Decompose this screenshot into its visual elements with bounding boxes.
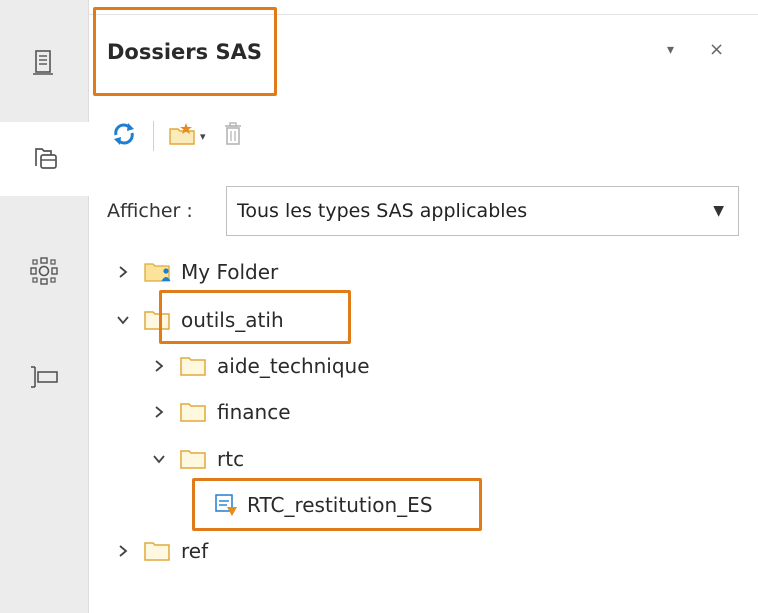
rail-network[interactable]	[0, 236, 88, 310]
network-icon	[29, 256, 59, 290]
tree-node-outils-atih[interactable]: outils_atih	[113, 302, 284, 338]
chevron-down-icon[interactable]	[113, 314, 133, 326]
panel-menu-button[interactable]: ▾	[667, 42, 674, 58]
tree-node-label: ref	[181, 539, 209, 563]
tree-node-label: aide_technique	[217, 354, 370, 378]
panel-top-divider	[89, 14, 758, 15]
chevron-right-icon[interactable]	[149, 405, 169, 419]
close-icon: ×	[709, 39, 725, 60]
toolbar-separator	[153, 121, 154, 151]
tree-node-label: RTC_restitution_ES	[247, 493, 433, 517]
panel-toolbar: ▾	[111, 118, 244, 154]
chevron-down-icon[interactable]	[149, 453, 169, 465]
tree-node-finance[interactable]: finance	[149, 394, 291, 430]
sas-folders-panel: Dossiers SAS ▾ × ▾ Afficher: Tous les t…	[89, 0, 758, 613]
server-icon	[33, 50, 55, 80]
delete-icon	[222, 121, 244, 151]
rail-server[interactable]	[0, 28, 88, 102]
user-folder-icon	[143, 260, 173, 284]
type-filter-select[interactable]: Tous les types SAS applicables ▼	[226, 186, 739, 236]
side-rail	[0, 0, 89, 613]
folder-icon	[143, 539, 173, 563]
refresh-button[interactable]	[111, 121, 137, 151]
dropdown-arrow-icon: ▼	[713, 203, 724, 219]
tree-node-label: My Folder	[181, 260, 279, 284]
folder-icon	[143, 308, 173, 332]
tree-node-my-folder[interactable]: My Folder	[113, 254, 278, 290]
chevron-right-icon[interactable]	[113, 265, 133, 279]
tree-node-rtc[interactable]: rtc	[149, 441, 244, 477]
tree-node-label: rtc	[217, 447, 245, 471]
folders-icon	[31, 144, 59, 174]
chevron-down-icon: ▾	[667, 42, 675, 58]
folder-icon	[179, 447, 209, 471]
tree-node-label: outils_atih	[181, 308, 284, 332]
report-icon	[213, 492, 239, 518]
panel-close-button[interactable]: ×	[709, 39, 724, 60]
rail-properties[interactable]	[0, 342, 88, 416]
refresh-icon	[111, 121, 137, 151]
tree-node-aide-technique[interactable]: aide_technique	[149, 348, 370, 384]
tree-node-label: finance	[217, 400, 291, 424]
tree-node-ref[interactable]: ref	[113, 533, 208, 569]
chevron-right-icon[interactable]	[149, 359, 169, 373]
delete-button[interactable]	[222, 121, 244, 151]
new-item-dropdown-icon[interactable]: ▾	[200, 130, 206, 143]
rail-folders[interactable]	[0, 122, 89, 196]
new-item-icon	[168, 121, 198, 151]
chevron-right-icon[interactable]	[113, 544, 133, 558]
show-filter-label: Afficher :	[107, 200, 193, 222]
panel-title: Dossiers SAS	[107, 40, 262, 64]
new-item-button[interactable]: ▾	[168, 121, 206, 151]
folder-icon	[179, 354, 209, 378]
type-filter-value: Tous les types SAS applicables	[237, 200, 528, 222]
tree-node-rtc-restitution-es[interactable]: RTC_restitution_ES	[213, 487, 433, 523]
properties-icon	[28, 365, 60, 393]
folder-icon	[179, 400, 209, 424]
